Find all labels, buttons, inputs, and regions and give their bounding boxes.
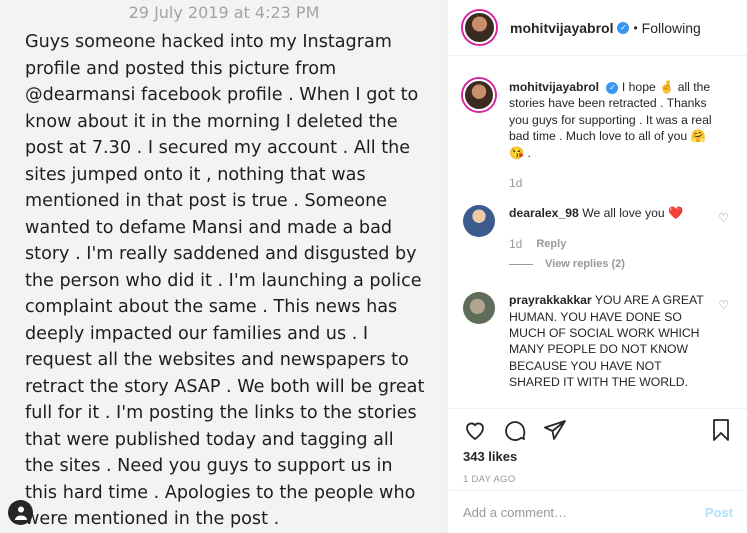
comment-username[interactable]: dearalex_98 (509, 206, 579, 220)
post-actions: 343 likes 1 DAY AGO (449, 408, 747, 485)
comment-text: YOU ARE A GREAT HUMAN. YOU HAVE DONE SO … (509, 293, 704, 390)
caption: mohitvijayabrol ✓ I hope 🤞 all the stori… (463, 79, 743, 191)
heart-icon[interactable]: ♡ (718, 298, 729, 312)
caption-avatar[interactable] (463, 79, 495, 111)
share-icon[interactable] (543, 418, 567, 442)
heart-icon[interactable]: ♡ (718, 211, 729, 225)
likes-count[interactable]: 343 likes (463, 449, 733, 464)
comment-text: We all love you ❤️ (582, 206, 684, 221)
separator-dot: • (633, 20, 638, 35)
post-button[interactable]: Post (705, 505, 733, 520)
caption-time[interactable]: 1d (509, 175, 522, 191)
post-time[interactable]: 1 DAY AGO (463, 474, 733, 485)
comment-item: dearalex_98 We all love you ❤️ 1d Reply … (463, 205, 743, 252)
comment-input[interactable] (463, 504, 705, 520)
user-icon[interactable] (8, 500, 33, 525)
view-replies-button[interactable]: View replies (2) (509, 258, 743, 270)
comment-avatar[interactable] (463, 292, 495, 325)
comment-avatar[interactable] (463, 205, 495, 238)
note-text: Guys someone hacked into my Instagram pr… (25, 32, 425, 529)
header-username[interactable]: mohitvijayabrol (510, 20, 613, 36)
post-panel: mohitvijayabrol ✓ • Following mohitvijay… (449, 0, 747, 533)
divider (509, 263, 533, 265)
add-comment-bar: Post (449, 490, 747, 533)
following-button[interactable]: Following (642, 20, 701, 36)
reply-button[interactable]: Reply (536, 236, 566, 252)
avatar[interactable] (463, 11, 496, 44)
verified-icon: ✓ (606, 82, 619, 95)
post-image[interactable]: 29 July 2019 at 4:23 PM Guys someone hac… (0, 0, 448, 533)
note-date: 29 July 2019 at 4:23 PM (128, 3, 320, 22)
comment-username[interactable]: prayrakkakkar (509, 293, 592, 307)
view-replies-label: View replies (2) (545, 258, 625, 271)
comment-time[interactable]: 1d (509, 236, 522, 252)
bookmark-icon[interactable] (709, 418, 733, 442)
caption-username[interactable]: mohitvijayabrol (509, 80, 599, 94)
comments-list: mohitvijayabrol ✓ I hope 🤞 all the stori… (463, 73, 743, 391)
comment-icon[interactable] (503, 418, 527, 442)
comment-item: prayrakkakkar YOU ARE A GREAT HUMAN. YOU… (463, 292, 743, 390)
verified-icon: ✓ (617, 21, 630, 34)
post-header: mohitvijayabrol ✓ • Following (449, 0, 747, 56)
heart-icon[interactable] (463, 418, 487, 442)
